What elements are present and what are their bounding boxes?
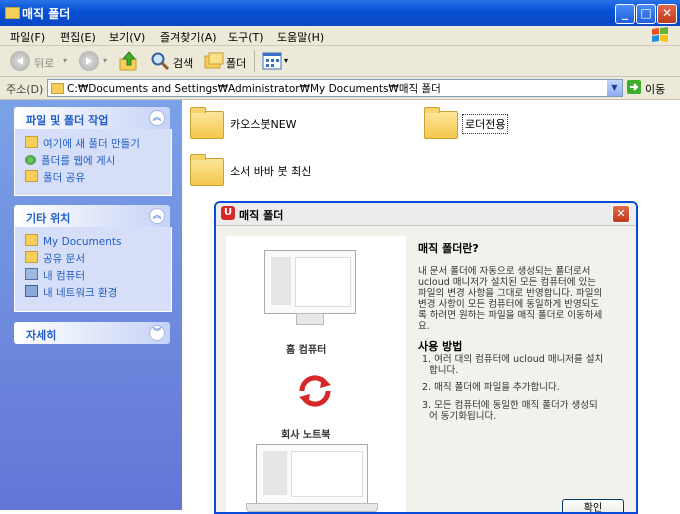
address-bar: 주소(D) C:₩Documents and Settings₩Administ… [0,77,680,100]
task-pane: 파일 및 폴더 작업 ︽ 여기에 새 폴더 만들기 폴더를 웹에 게시 폴더 공… [0,100,182,510]
usage-step: 1. 여러 대의 컴퓨터에 ucloud 매니저를 설치 합니다. [422,354,604,376]
dialog-close-button[interactable]: ✕ [612,205,630,223]
folder-name-selected[interactable]: 로더전용 [462,114,509,134]
details-header[interactable]: 자세히 ︾ [14,322,170,344]
address-path: C:₩Documents and Settings₩Administrator₩… [67,83,441,95]
minimize-button[interactable]: _ [615,4,635,24]
forward-dropdown-icon[interactable]: ▾ [103,56,107,65]
menu-edit[interactable]: 편집(E) [60,29,96,45]
folders-button-label[interactable]: 폴더 [226,55,246,71]
up-folder-icon[interactable] [118,51,140,71]
dialog-title: 매직 폴더 [239,209,284,222]
menu-file[interactable]: 파일(F) [10,29,45,45]
search-icon[interactable] [150,51,170,71]
back-dropdown-icon[interactable]: ▾ [63,56,67,65]
folder-icon [51,83,64,94]
menu-bar: 파일(F) 편집(E) 보기(V) 즐겨찾기(A) 도구(T) 도움말(H) [0,26,680,46]
folder-icon [5,7,20,19]
windows-logo-icon [650,26,670,44]
chevron-down-icon[interactable]: ︾ [149,325,165,341]
file-folder-tasks-header[interactable]: 파일 및 폴더 작업 ︽ [14,107,170,129]
menu-view[interactable]: 보기(V) [109,29,145,45]
dialog-description: 내 문서 폴더에 자동으로 생성되는 폴더로서 ucloud 매니저가 설치된 … [418,266,603,332]
new-folder-icon [25,136,38,148]
work-laptop-label: 회사 노트북 [281,430,331,441]
chevron-up-icon[interactable]: ︽ [149,208,165,224]
address-label: 주소(D) [6,83,44,96]
other-places-header[interactable]: 기타 위치 ︽ [14,205,170,227]
monitor-stand-illustration [296,313,324,325]
back-button-label[interactable]: 뒤로 [34,55,54,71]
toolbar: 뒤로 ▾ ▾ 검색 폴더 ▾ [0,46,680,77]
task-share-folder[interactable]: 폴더 공유 [25,170,85,185]
sync-arrows-icon [294,371,336,411]
title-bar: 매직 폴더 _ □ ✕ [0,0,680,26]
forward-arrow-icon[interactable] [79,51,99,71]
menu-help[interactable]: 도움말(H) [277,29,324,45]
usage-step: 2. 매직 폴더에 파일을 추가합니다. [422,382,560,393]
desktop-monitor-illustration [264,250,356,314]
usage-step: 3. 모든 컴퓨터에 동일한 매직 폴더가 생성되 어 동기화됩니다. [422,400,598,422]
folder-name[interactable]: 카오스붓NEW [230,116,297,132]
views-icon[interactable] [262,52,282,70]
dialog-title-bar: U 매직 폴더 ✕ [216,203,636,226]
folder-icon [25,234,38,246]
go-button-label[interactable]: 이동 [645,81,665,97]
folder-icon[interactable] [424,107,458,139]
close-button[interactable]: ✕ [657,4,677,24]
place-my-documents[interactable]: My Documents [25,234,121,248]
laptop-illustration [256,444,368,504]
other-places-title: 기타 위치 [26,212,71,225]
menu-favorites[interactable]: 즐겨찾기(A) [160,29,217,45]
other-places-body: My Documents 공유 문서 내 컴퓨터 내 네트워크 환경 [14,227,172,312]
magic-folder-dialog: U 매직 폴더 ✕ 홈 컴퓨터 회사 노트북 매직 폴더란? 내 문서 폴더에 … [214,201,638,514]
share-folder-icon [25,170,38,182]
ucloud-logo-icon: U [221,206,235,220]
task-publish-web[interactable]: 폴더를 웹에 게시 [25,153,115,168]
dialog-body: 홈 컴퓨터 회사 노트북 매직 폴더란? 내 문서 폴더에 자동으로 생성되는 … [216,226,636,512]
maximize-button[interactable]: □ [636,4,656,24]
search-button-label[interactable]: 검색 [173,55,193,71]
folder-name[interactable]: 소서 바바 붓 최신 [230,163,311,179]
folders-icon[interactable] [204,52,224,70]
views-dropdown-icon[interactable]: ▾ [284,56,288,65]
back-arrow-icon[interactable] [10,51,30,71]
folder-icon [25,251,38,263]
network-icon [25,285,38,297]
address-dropdown-icon[interactable]: ▼ [607,80,622,96]
toolbar-separator [254,50,255,72]
folder-icon[interactable] [190,154,224,186]
chevron-up-icon[interactable]: ︽ [149,110,165,126]
place-network[interactable]: 내 네트워크 환경 [25,285,117,300]
ok-button[interactable]: 확인 [562,499,624,512]
globe-icon [25,155,36,165]
file-folder-tasks-title: 파일 및 폴더 작업 [26,114,109,127]
place-my-computer[interactable]: 내 컴퓨터 [25,268,85,283]
task-new-folder[interactable]: 여기에 새 폴더 만들기 [25,136,140,151]
address-input[interactable]: C:₩Documents and Settings₩Administrator₩… [47,79,623,97]
computer-icon [25,268,38,280]
usage-heading: 사용 방법 [418,340,463,353]
home-computer-label: 홈 컴퓨터 [286,345,327,356]
go-arrow-icon[interactable] [627,80,641,94]
menu-tools[interactable]: 도구(T) [228,29,264,45]
details-title: 자세히 [26,329,57,342]
file-folder-tasks-body: 여기에 새 폴더 만들기 폴더를 웹에 게시 폴더 공유 [14,129,172,196]
place-shared-documents[interactable]: 공유 문서 [25,251,85,266]
dialog-heading: 매직 폴더란? [418,242,479,255]
laptop-base-illustration [246,503,378,512]
window-title: 매직 폴더 [22,7,71,21]
illustration-panel: 홈 컴퓨터 회사 노트북 [226,236,406,512]
folder-icon[interactable] [190,107,224,139]
